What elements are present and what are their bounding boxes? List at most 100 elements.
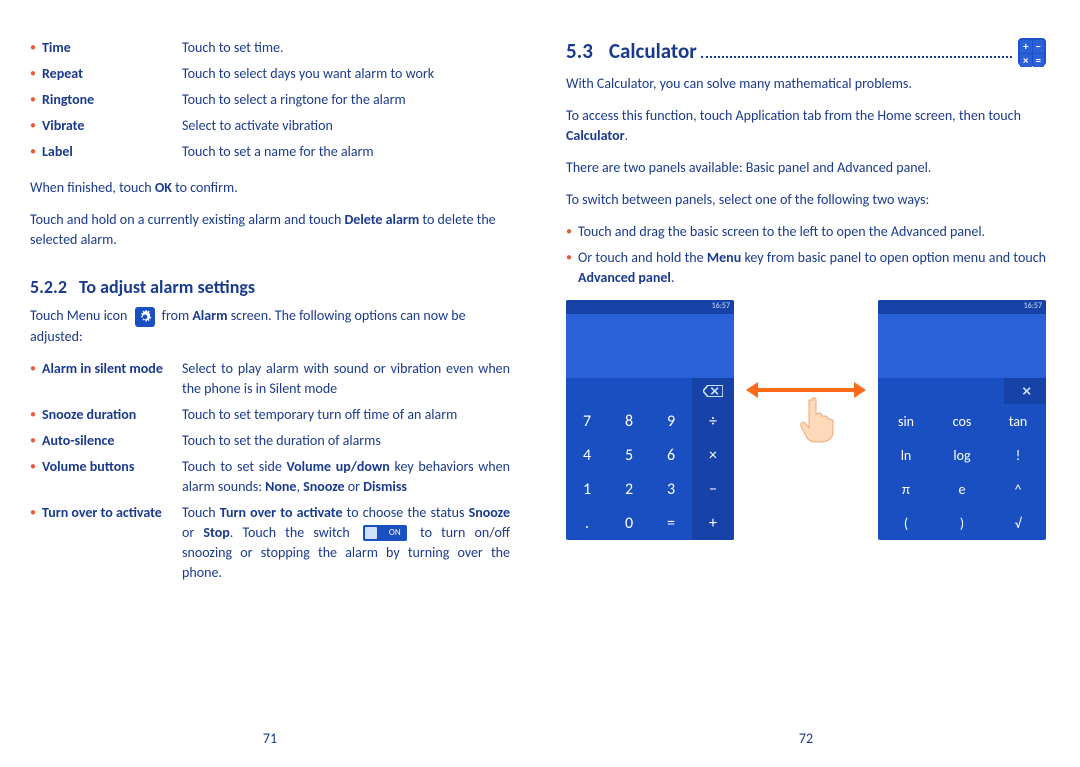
calc-key: √ (990, 506, 1046, 540)
calc-key: + (692, 506, 734, 540)
calc-key: 0 (608, 506, 650, 540)
description: Touch to set the duration of alarms (182, 431, 510, 451)
bold: OK (155, 179, 172, 196)
calc-key: sin (878, 404, 934, 438)
calc-key: 1 (566, 472, 608, 506)
bold: Alarm (192, 307, 227, 324)
page-right: 5.3 Calculator +−×= With Calculator, you… (566, 38, 1046, 747)
finish-line: When finished, touch OK to confirm. (30, 178, 510, 198)
calculator-app-icon: +−×= (1018, 38, 1046, 66)
definition-row: •RepeatTouch to select days you want ala… (30, 64, 510, 84)
definition-row: •LabelTouch to set a name for the alarm (30, 142, 510, 162)
calc-key: ^ (990, 472, 1046, 506)
calc-key: ! (990, 438, 1046, 472)
calc-key: 6 (650, 438, 692, 472)
paragraph: To switch between panels, select one of … (566, 190, 1046, 210)
calc-key: π (878, 472, 934, 506)
definition-row: • Turn over to activate Touch Turn over … (30, 503, 510, 583)
backspace-icon (692, 378, 734, 404)
hand-pointer-icon (798, 394, 838, 444)
heading-5-2-2: 5.2.2 To adjust alarm settings (30, 276, 510, 298)
calc-key: 5 (608, 438, 650, 472)
bullet-icon: • (566, 248, 578, 268)
dot-leader (701, 44, 1012, 58)
calc-key: 2 (608, 472, 650, 506)
definition-row: •Auto-silenceTouch to set the duration o… (30, 431, 510, 451)
description: Touch to select days you want alarm to w… (182, 64, 510, 84)
bold: Delete alarm (344, 211, 419, 228)
delete-line: Touch and hold on a currently existing a… (30, 210, 510, 250)
calculator-advanced-panel: 16:57 sincostan lnlog! πe^ ()√ (878, 300, 1046, 540)
text: to confirm. (172, 179, 238, 196)
bullet-icon: • (30, 38, 42, 58)
definition-row: •RingtoneTouch to select a ringtone for … (30, 90, 510, 110)
text: When finished, touch (30, 179, 155, 196)
calc-key: 3 (650, 472, 692, 506)
definition-row: •Alarm in silent modeSelect to play alar… (30, 359, 510, 399)
menu-line: Touch Menu icon from Alarm screen. The f… (30, 306, 510, 347)
calc-key: 7 (566, 404, 608, 438)
term: Turn over to activate (42, 503, 182, 523)
text: Touch and drag the basic screen to the l… (578, 222, 1046, 242)
calc-key: 9 (650, 404, 692, 438)
bullet-item: • Or touch and hold the Menu key from ba… (566, 248, 1046, 288)
gear-icon (135, 307, 155, 327)
paragraph: With Calculator, you can solve many math… (566, 74, 1046, 94)
calculator-basic-panel: 16:57 789÷456×123−.0=+ (566, 300, 734, 540)
definition-row: •TimeTouch to set time. (30, 38, 510, 58)
calc-key: 4 (566, 438, 608, 472)
definition-row: • Volume buttons Touch to set side Volum… (30, 457, 510, 497)
calc-key: . (566, 506, 608, 540)
paragraph: To access this function, touch Applicati… (566, 106, 1046, 146)
calc-key: 8 (608, 404, 650, 438)
description: Touch to set time. (182, 38, 510, 58)
calc-key: = (650, 506, 692, 540)
calc-key: ) (934, 506, 990, 540)
calc-key: cos (934, 404, 990, 438)
bullet-icon: • (30, 142, 42, 162)
calc-key: − (692, 472, 734, 506)
status-bar: 16:57 (878, 300, 1046, 314)
page-number-left: 71 (30, 730, 510, 747)
term: Repeat (42, 64, 182, 84)
term: Vibrate (42, 116, 182, 136)
bullet-icon: • (30, 90, 42, 110)
text: Or touch and hold the Menu key from basi… (578, 248, 1046, 288)
bullet-icon: • (566, 222, 578, 242)
term: Alarm in silent mode (42, 359, 182, 379)
calc-key: e (934, 472, 990, 506)
calc-key: tan (990, 404, 1046, 438)
backspace-icon (1004, 378, 1046, 404)
section-number: 5.3 (566, 38, 593, 64)
definition-row: •Snooze durationTouch to set temporary t… (30, 405, 510, 425)
term: Snooze duration (42, 405, 182, 425)
bullet-icon: • (30, 503, 42, 523)
description: Touch to select a ringtone for the alarm (182, 90, 510, 110)
heading-title: To adjust alarm settings (79, 276, 255, 298)
heading-number: 5.2.2 (30, 276, 67, 298)
calculator-illustration: 16:57 789÷456×123−.0=+ 16:57 sincostanln… (566, 300, 1046, 540)
bullet-item: • Touch and drag the basic screen to the… (566, 222, 1046, 242)
term: Auto-silence (42, 431, 182, 451)
calculator-display (878, 314, 1046, 378)
bullet-icon: • (30, 64, 42, 84)
swipe-gesture (746, 380, 866, 460)
page-number-right: 72 (566, 730, 1046, 747)
calc-key: ( (878, 506, 934, 540)
section-heading-5-3: 5.3 Calculator +−×= (566, 38, 1046, 66)
term: Label (42, 142, 182, 162)
paragraph: There are two panels available: Basic pa… (566, 158, 1046, 178)
calc-key: ln (878, 438, 934, 472)
calc-key: log (934, 438, 990, 472)
calc-key: × (692, 438, 734, 472)
description: Select to play alarm with sound or vibra… (182, 359, 510, 399)
status-bar: 16:57 (566, 300, 734, 314)
text: Touch Menu icon (30, 307, 131, 324)
description: Touch to set a name for the alarm (182, 142, 510, 162)
bullet-icon: • (30, 431, 42, 451)
calculator-display (566, 314, 734, 378)
term: Ringtone (42, 90, 182, 110)
text: from (159, 307, 193, 324)
description: Touch to set side Volume up/down key beh… (182, 457, 510, 497)
bullet-icon: • (30, 116, 42, 136)
